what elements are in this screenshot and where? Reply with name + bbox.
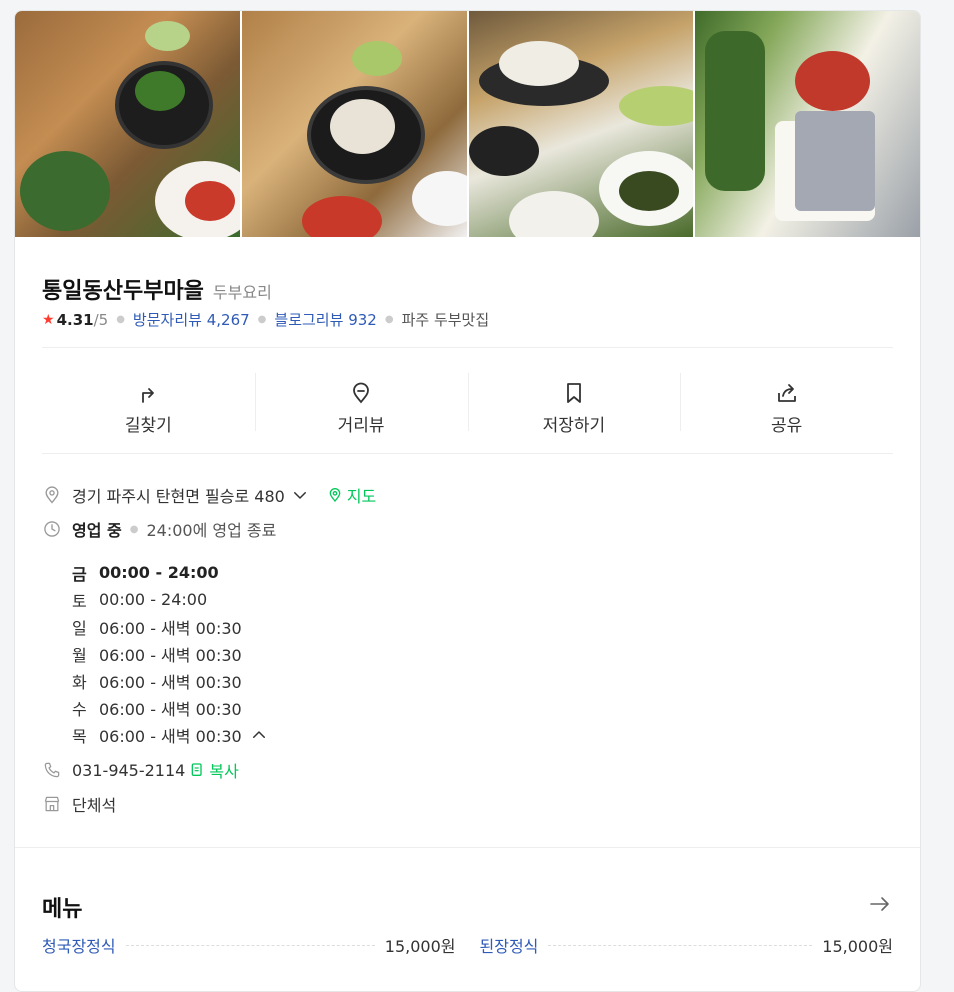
photo-4[interactable]	[695, 11, 920, 237]
hours-row: 월 06:00 - 새벽 00:30	[72, 640, 893, 667]
hours-time: 00:00 - 24:00	[99, 590, 208, 609]
place-category: 두부요리	[212, 283, 272, 302]
copy-label: 복사	[209, 762, 239, 781]
seating-text: 단체석	[72, 796, 117, 815]
street-view-pin-icon	[353, 382, 370, 403]
store-icon	[44, 796, 60, 812]
hours-row: 금 00:00 - 24:00	[72, 559, 893, 586]
section-divider	[15, 847, 920, 848]
copy-icon	[192, 763, 203, 776]
blog-review-link[interactable]: 블로그리뷰 932	[274, 309, 376, 330]
chevron-up-icon[interactable]	[250, 726, 268, 744]
hours-row: 화 06:00 - 새벽 00:30	[72, 667, 893, 694]
street-view-button[interactable]: 거리뷰	[254, 368, 468, 448]
share-label: 공유	[770, 415, 803, 436]
menu-item[interactable]: 된장정식 15,000원	[480, 933, 894, 957]
rating-max: /5	[93, 310, 109, 329]
title-row: 통일동산두부마을 두부요리	[42, 273, 272, 305]
directions-icon	[142, 387, 155, 403]
photo-1[interactable]	[15, 11, 240, 237]
business-status-row: 영업 중 ● 24:00에 영업 종료	[42, 517, 893, 541]
menu-item[interactable]: 청국장정식 15,000원	[42, 933, 456, 957]
map-link[interactable]: 지도	[327, 483, 376, 507]
business-hours-list: 금 00:00 - 24:00 토 00:00 - 24:00 일 06:00 …	[72, 559, 893, 748]
blog-review-label: 블로그리뷰	[274, 311, 344, 329]
location-pin-icon	[45, 486, 59, 504]
phone-row: 031-945-2114 복사	[42, 758, 893, 782]
directions-label: 길찾기	[124, 415, 172, 436]
hours-day: 금	[72, 564, 87, 584]
clock-icon	[44, 521, 60, 537]
directions-button[interactable]: 길찾기	[42, 368, 255, 448]
action-bar: 길찾기 거리뷰 저장하기 공유	[42, 368, 893, 448]
photo-gallery	[15, 11, 920, 237]
place-card: 통일동산두부마을 두부요리 ★ 4.31 /5 ● 방문자리뷰 4,267 ● …	[14, 10, 921, 992]
share-icon	[777, 383, 796, 402]
phone-number[interactable]: 031-945-2114	[72, 761, 185, 780]
hours-time: 06:00 - 새벽 00:30	[99, 645, 242, 665]
seating-row: 단체석	[42, 792, 893, 816]
closing-note: 24:00에 영업 종료	[146, 521, 277, 540]
star-icon: ★	[42, 311, 55, 328]
menu-item-name: 된장정식	[479, 937, 539, 956]
place-tag: 파주 두부맛집	[401, 311, 490, 329]
hours-time: 06:00 - 새벽 00:30	[99, 672, 242, 692]
menu-title: 메뉴	[42, 897, 83, 922]
hours-time: 06:00 - 새벽 00:30	[99, 618, 242, 638]
separator-dot: ●	[129, 523, 139, 535]
divider	[42, 453, 893, 454]
visitor-review-link[interactable]: 방문자리뷰 4,267	[133, 309, 250, 330]
hours-row: 토 00:00 - 24:00	[72, 586, 893, 613]
menu-item-name: 청국장정식	[42, 937, 116, 956]
separator-dot: ●	[384, 314, 394, 325]
hours-day: 월	[72, 645, 87, 665]
copy-phone-button[interactable]: 복사	[189, 758, 239, 782]
hours-time: 06:00 - 새벽 00:30	[99, 726, 242, 746]
arrow-right-icon[interactable]	[868, 892, 892, 916]
hours-day: 목	[72, 726, 87, 746]
menu-list: 청국장정식 15,000원 된장정식 15,000원	[42, 933, 893, 957]
hours-row: 수 06:00 - 새벽 00:30	[72, 694, 893, 721]
menu-leader	[125, 944, 375, 946]
rating-value: 4.31	[56, 310, 94, 329]
separator-dot: ●	[257, 314, 267, 325]
visitor-review-label: 방문자리뷰	[132, 311, 202, 329]
phone-icon	[44, 762, 60, 778]
bookmark-icon	[566, 382, 581, 403]
hours-time: 06:00 - 새벽 00:30	[99, 699, 242, 719]
photo-3[interactable]	[468, 11, 694, 237]
menu-leader	[548, 944, 813, 946]
street-view-label: 거리뷰	[337, 415, 385, 436]
visitor-review-count: 4,267	[206, 311, 250, 329]
hours-day: 토	[72, 591, 87, 611]
hours-time: 00:00 - 24:00	[99, 563, 219, 582]
menu-item-price: 15,000원	[384, 937, 456, 956]
chevron-down-icon[interactable]	[291, 486, 309, 504]
hours-day: 화	[72, 672, 87, 692]
info-section: 경기 파주시 탄현면 필승로 480 지도 영업 중 ● 24:00에 영업 종…	[42, 483, 893, 816]
map-link-label: 지도	[346, 487, 377, 506]
share-button[interactable]: 공유	[680, 368, 893, 448]
hours-row: 목 06:00 - 새벽 00:30	[72, 721, 893, 748]
separator-dot: ●	[116, 314, 125, 325]
place-name: 통일동산두부마을	[42, 279, 204, 304]
business-status: 영업 중	[72, 521, 122, 540]
blog-review-count: 932	[348, 311, 377, 329]
address-row: 경기 파주시 탄현면 필승로 480 지도	[42, 483, 893, 507]
save-button[interactable]: 저장하기	[467, 368, 681, 448]
menu-item-price: 15,000원	[822, 937, 893, 956]
map-pin-icon	[329, 488, 341, 503]
address-text: 경기 파주시 탄현면 필승로 480	[72, 487, 285, 506]
hours-row: 일 06:00 - 새벽 00:30	[72, 613, 893, 640]
meta-row: ★ 4.31 /5 ● 방문자리뷰 4,267 ● 블로그리뷰 932 ● 파주…	[42, 309, 489, 330]
divider	[42, 347, 893, 348]
save-label: 저장하기	[542, 415, 606, 436]
hours-day: 일	[72, 618, 87, 638]
photo-2[interactable]	[241, 11, 467, 237]
hours-day: 수	[72, 699, 87, 719]
